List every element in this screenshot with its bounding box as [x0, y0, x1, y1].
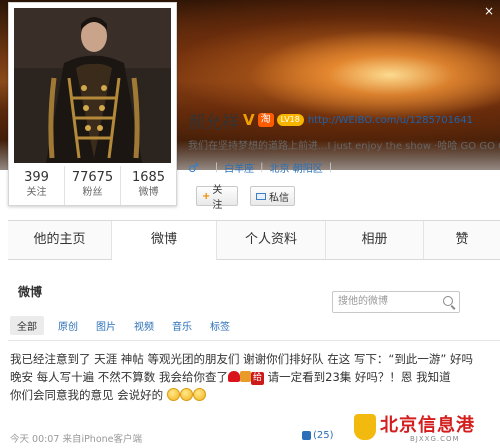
smile-emoji-icon	[166, 388, 180, 401]
level-badge[interactable]: LV18	[276, 114, 304, 126]
heart-emoji-icon	[227, 371, 240, 382]
post-meta: 今天 00:07 来自iPhone客户端	[10, 431, 142, 445]
divider: |	[260, 162, 264, 173]
close-icon[interactable]: ×	[484, 4, 494, 18]
stat-value: 77675	[71, 170, 114, 185]
profile-name: 郝允祥	[188, 112, 239, 133]
avatar[interactable]	[14, 8, 171, 163]
watermark: 北京信息港 BJXXG.COM	[350, 408, 500, 448]
post-source: 来自iPhone客户端	[62, 434, 143, 445]
profile-header: 郝允祥 V 淘 LV18 http://WEIBO.com/u/12857016…	[188, 109, 473, 133]
plus-icon: +	[202, 190, 211, 202]
profile-bio: 我们在坚持梦想的道路上前进...I just enjoy the show ·哈…	[188, 141, 500, 152]
tab-profile[interactable]: 个人资料	[217, 221, 326, 259]
gei-emoji-icon: 给	[250, 372, 264, 385]
search-input[interactable]: 搜他的微博	[332, 291, 460, 313]
taobao-badge-icon[interactable]: 淘	[257, 113, 274, 127]
male-icon: ♂	[188, 160, 199, 175]
profile-tabs: 他的主页 微博 个人资料 相册 赞	[8, 220, 500, 260]
filter-all[interactable]: 全部	[10, 316, 44, 335]
stat-value: 399	[24, 170, 49, 185]
search-placeholder: 搜他的微博	[338, 296, 388, 307]
like-icon[interactable]	[302, 431, 311, 440]
watermark-sub: BJXXG.COM	[410, 435, 460, 443]
post-text: 我已经注意到了 天涯 神帖 等观光团的朋友们 谢谢你们排好队 在这 写下：“到此…	[10, 350, 490, 404]
follow-label: 关注	[212, 185, 223, 211]
profile-card: 399 关注 77675 粉丝 1685 微博	[8, 2, 177, 206]
filter-original[interactable]: 原创	[58, 318, 78, 333]
post-line-3: 你们会同意我的意见 会说好的	[10, 386, 490, 404]
search-icon[interactable]	[443, 296, 453, 306]
tab-weibo[interactable]: 微博	[112, 221, 217, 260]
gift-emoji-icon	[239, 371, 251, 382]
filter-videos[interactable]: 视频	[134, 318, 154, 333]
post-text-segment: 请一定看到23集 好吗？！恩 我知道	[267, 370, 451, 384]
profile-url-link[interactable]: http://WEIBO.com/u/1285701641	[308, 115, 473, 126]
feed-divider	[8, 340, 500, 341]
location-link[interactable]: 北京 朝阳区	[270, 160, 323, 175]
divider: |	[328, 162, 333, 173]
verified-icon[interactable]: V	[243, 111, 255, 129]
stat-value: 1685	[131, 170, 166, 185]
stat-followers[interactable]: 77675 粉丝	[65, 166, 121, 205]
post-actions: (25)	[302, 430, 334, 441]
filter-music[interactable]: 音乐	[172, 318, 192, 333]
post-line: 我已经注意到了 天涯 神帖 等观光团的朋友们 谢谢你们排好队 在这 写下：“到此…	[10, 352, 473, 366]
smile-emoji-icon	[192, 388, 206, 401]
stat-label: 关注	[26, 187, 47, 198]
stat-label: 粉丝	[82, 187, 103, 198]
stat-following[interactable]: 399 关注	[9, 166, 65, 205]
avatar-photo	[14, 8, 171, 163]
filter-images[interactable]: 图片	[96, 318, 116, 333]
divider: |	[214, 162, 219, 173]
follow-button[interactable]: + 关注	[196, 185, 238, 211]
watermark-title: 北京信息港	[380, 415, 475, 436]
stat-label: 微博	[138, 187, 159, 198]
profile-info: ♂ | 白羊座 | 北京 朝阳区 |	[188, 160, 338, 176]
constellation-link[interactable]: 白羊座	[224, 160, 254, 175]
filter-tags[interactable]: 标签	[210, 318, 230, 333]
like-count[interactable]: (25)	[313, 430, 334, 441]
post-text-segment: 晚安 每人写十遍 不然不算数 我会给你查了	[10, 370, 228, 384]
message-label: 私信	[269, 192, 289, 204]
watermark-logo-icon	[354, 414, 376, 440]
tab-home[interactable]: 他的主页	[8, 221, 112, 259]
stats-bar: 399 关注 77675 粉丝 1685 微博	[9, 166, 176, 205]
tab-album[interactable]: 相册	[326, 221, 424, 259]
mail-icon	[256, 192, 266, 200]
post-text-segment: 你们会同意我的意见 会说好的	[10, 388, 164, 402]
tab-likes[interactable]: 赞	[424, 221, 500, 259]
stat-posts[interactable]: 1685 微博	[121, 166, 176, 205]
feed-title: 微博	[18, 285, 43, 299]
post-time[interactable]: 今天 00:07	[10, 434, 59, 445]
message-button[interactable]: 私信	[250, 186, 295, 206]
feed-filter: 全部 原创 图片 视频 音乐 标签	[10, 316, 248, 335]
smile-emoji-icon	[179, 388, 193, 401]
post-line-2: 晚安 每人写十遍 不然不算数 我会给你查了 给 请一定看到23集 好吗？！恩 我知…	[10, 368, 490, 386]
